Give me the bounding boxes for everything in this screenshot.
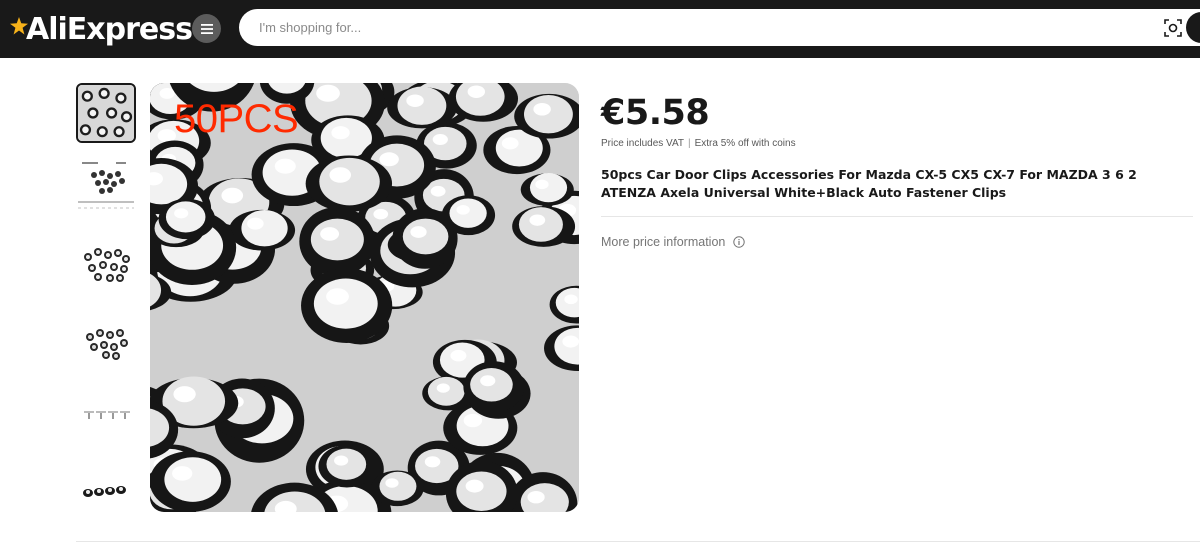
vat-note: Price includes VAT <box>601 138 684 149</box>
divider <box>601 216 1193 217</box>
section-divider <box>76 541 1200 542</box>
top-header: AliExpress <box>0 0 1200 58</box>
thumbnail-6[interactable] <box>76 463 136 523</box>
thumbnail-4[interactable] <box>76 311 136 371</box>
camera-search-icon[interactable] <box>1163 18 1183 38</box>
menu-button[interactable] <box>192 14 221 43</box>
thumbnail-image <box>76 387 136 447</box>
thumbnail-2[interactable] <box>76 159 136 219</box>
product-title: 50pcs Car Door Clips Accessories For Maz… <box>601 167 1137 200</box>
search-bar <box>239 9 1200 46</box>
thumbnail-3[interactable] <box>76 235 136 295</box>
logo-text: AliExpress <box>26 11 193 47</box>
thumbnail-image <box>76 463 136 523</box>
thumbnail-image <box>76 159 136 219</box>
image-overlay-text: 50PCS <box>174 97 299 141</box>
thumbnail-1[interactable] <box>76 83 136 143</box>
search-button[interactable] <box>1186 12 1200 43</box>
product-price: €5.58 <box>601 93 710 133</box>
coins-note: Extra 5% off with coins <box>694 138 796 149</box>
thumbnail-image <box>78 85 134 141</box>
thumbnail-5[interactable] <box>76 387 136 447</box>
more-price-info-link[interactable]: More price information <box>601 235 746 249</box>
aliexpress-logo[interactable]: AliExpress <box>10 9 193 49</box>
thumbnail-image <box>76 235 136 295</box>
separator: | <box>688 138 691 149</box>
more-price-info-label: More price information <box>601 235 726 249</box>
product-photo <box>150 83 579 512</box>
menu-icon <box>200 23 213 34</box>
thumbnail-image <box>76 311 136 371</box>
main-product-image[interactable]: 50PCS <box>150 83 579 512</box>
price-note: Price includes VAT | Extra 5% off with coi… <box>601 138 796 149</box>
info-icon <box>733 236 746 248</box>
search-input[interactable] <box>259 9 1139 46</box>
